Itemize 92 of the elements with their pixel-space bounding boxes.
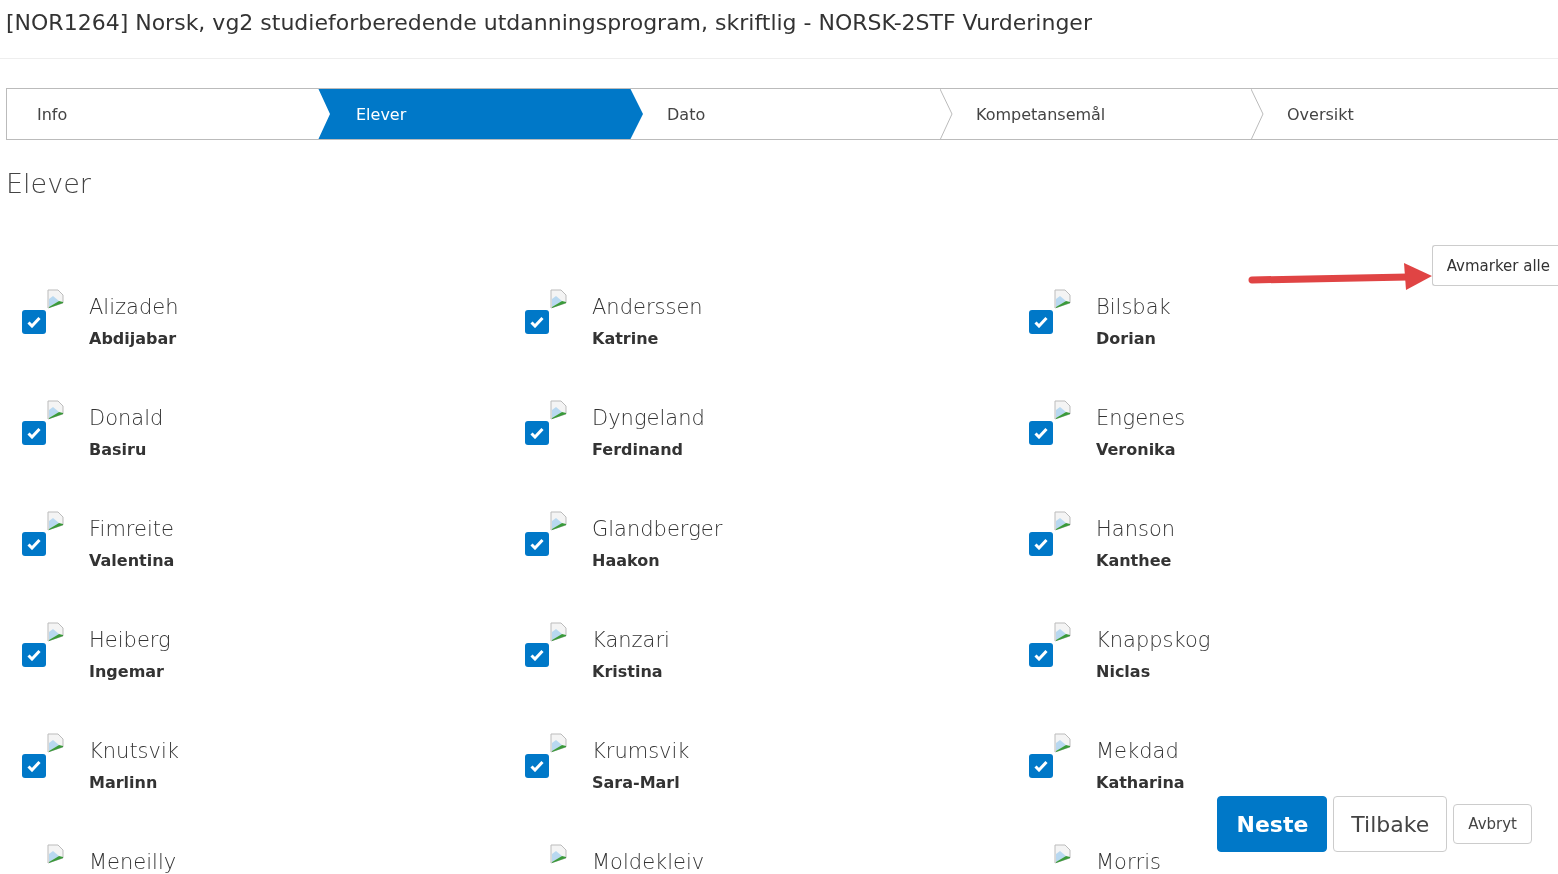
student-surname: Knutsvik (89, 739, 179, 763)
student-surname: Glandberger (592, 517, 723, 541)
broken-image-icon (549, 400, 569, 420)
wizard-step[interactable]: Oversikt (1251, 89, 1558, 139)
student-surname: Bilsbak (1096, 295, 1171, 319)
check-icon (1034, 427, 1048, 439)
broken-image-icon (1053, 622, 1073, 642)
checkbox[interactable] (525, 421, 549, 445)
student-surname: Alizadeh (89, 295, 179, 319)
student-first-name: Sara-Marl (592, 773, 681, 792)
broken-image-icon (1053, 733, 1073, 753)
check-icon (27, 538, 41, 550)
checkbox[interactable] (1029, 754, 1053, 778)
broken-image-icon (46, 289, 66, 309)
broken-image-icon (46, 622, 66, 642)
section-heading: Elever (6, 168, 92, 199)
check-icon (530, 760, 544, 772)
check-icon (1034, 316, 1048, 328)
checkbox[interactable] (22, 754, 46, 778)
checkbox[interactable] (22, 310, 46, 334)
student-surname: Hanson (1096, 517, 1176, 541)
student-surname: Morris (1096, 850, 1161, 874)
student-first-name: Kristina (592, 662, 664, 681)
student-surname: Mekdad (1096, 739, 1180, 763)
check-icon (530, 316, 544, 328)
student-surname: Kanzari (592, 628, 670, 652)
check-icon (1034, 538, 1048, 550)
student-first-name: Ingemar (89, 662, 165, 681)
check-icon (27, 316, 41, 328)
checkbox[interactable] (525, 643, 549, 667)
checkbox[interactable] (1029, 643, 1053, 667)
cancel-button[interactable]: Avbryt (1453, 804, 1532, 844)
checkbox[interactable] (22, 421, 46, 445)
deselect-all-button[interactable]: Avmarker alle (1431, 245, 1558, 286)
student-first-name: Haakon (592, 551, 661, 570)
checkbox[interactable] (22, 643, 46, 667)
student-first-name: Niclas (1096, 662, 1152, 681)
student-first-name: Veronika (1096, 440, 1177, 459)
check-icon (27, 760, 41, 772)
checkbox[interactable] (1029, 532, 1053, 556)
broken-image-icon (1053, 289, 1073, 309)
student-first-name: Dorian (1096, 329, 1157, 348)
check-icon (1034, 760, 1048, 772)
wizard-step[interactable]: Info (7, 89, 318, 139)
back-button[interactable]: Tilbake (1333, 796, 1448, 852)
student-surname: Moldekleiv (592, 850, 705, 874)
checkbox[interactable] (1029, 310, 1053, 334)
broken-image-icon (1053, 511, 1073, 531)
student-surname: Meneilly (89, 850, 177, 874)
student-first-name: Marlinn (89, 773, 159, 792)
checkbox[interactable] (1029, 421, 1053, 445)
checkbox[interactable] (525, 754, 549, 778)
check-icon (27, 427, 41, 439)
page-title: [NOR1264] Norsk, vg2 studieforberedende utdanningsprogram, skriftlig - NORSK-2STF Vurderinger (5, 9, 1093, 35)
student-first-name: Valentina (89, 551, 175, 570)
student-surname: Anderssen (592, 295, 703, 319)
broken-image-icon (549, 511, 569, 531)
broken-image-icon (46, 511, 66, 531)
student-surname: Heiberg (89, 628, 171, 652)
wizard-step[interactable]: Elever (318, 89, 643, 139)
check-icon (530, 649, 544, 661)
broken-image-icon (46, 400, 66, 420)
wizard-step[interactable]: Dato (643, 89, 940, 139)
student-first-name: Abdijabar (89, 329, 178, 348)
next-button[interactable]: Neste (1217, 796, 1328, 852)
student-surname: Knappskog (1096, 628, 1211, 652)
check-icon (530, 538, 544, 550)
student-first-name: Ferdinand (592, 440, 684, 459)
broken-image-icon (46, 844, 66, 864)
student-surname: Fimreite (89, 517, 175, 541)
checkbox[interactable] (525, 532, 549, 556)
broken-image-icon (549, 844, 569, 864)
check-icon (1034, 649, 1048, 661)
student-first-name: Katharina (1096, 773, 1185, 792)
broken-image-icon (46, 733, 66, 753)
check-icon (530, 427, 544, 439)
student-surname: Donald (89, 406, 164, 430)
check-icon (27, 649, 41, 661)
checkbox[interactable] (525, 310, 549, 334)
student-first-name: Basiru (89, 440, 148, 459)
broken-image-icon (549, 289, 569, 309)
broken-image-icon (549, 733, 569, 753)
student-surname: Dyngeland (592, 406, 705, 430)
student-first-name: Kanthee (1096, 551, 1173, 570)
wizard-step[interactable]: Kompetansemål (940, 89, 1251, 139)
broken-image-icon (1053, 400, 1073, 420)
broken-image-icon (549, 622, 569, 642)
student-first-name: Katrine (592, 329, 660, 348)
checkbox[interactable] (22, 532, 46, 556)
student-surname: Engenes (1096, 406, 1186, 430)
broken-image-icon (1053, 844, 1073, 864)
student-surname: Krumsvik (592, 739, 690, 763)
